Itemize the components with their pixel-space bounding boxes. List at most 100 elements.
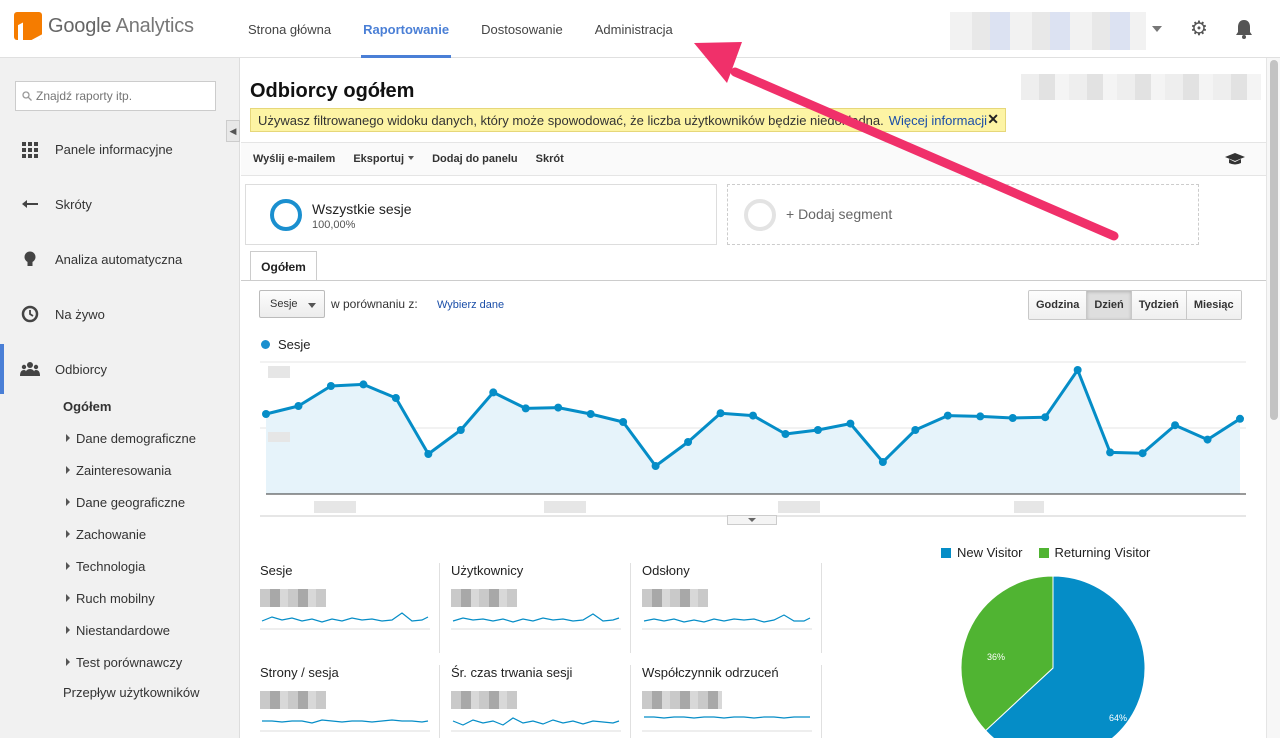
data-point[interactable] (294, 402, 303, 410)
sidebar-item-intelligence[interactable]: Analiza automatyczna (0, 234, 240, 284)
date-range-picker[interactable] (1021, 74, 1261, 100)
data-point[interactable] (1008, 414, 1017, 422)
close-icon[interactable]: ✕ (987, 111, 999, 128)
data-point[interactable] (1236, 414, 1244, 423)
sidebar-subitem-users-flow[interactable]: Przepływ użytkowników (63, 685, 200, 700)
shortcut-button[interactable]: Skrót (536, 153, 564, 165)
metric-card-pages-per-session[interactable]: Strony / sesja (260, 665, 440, 738)
data-point[interactable] (1203, 435, 1212, 444)
scrollbar-thumb[interactable] (1270, 60, 1278, 420)
sidebar-subitem-overview[interactable]: Ogółem (63, 399, 111, 414)
data-point[interactable] (976, 412, 985, 421)
data-point[interactable] (619, 418, 628, 426)
add-segment-box[interactable]: + Dodaj segment (727, 184, 1199, 245)
sidebar-subitem-mobile[interactable]: Ruch mobilny (66, 591, 155, 606)
sidebar-subitem-demographics[interactable]: Dane demograficzne (66, 431, 196, 446)
tab-overview[interactable]: Ogółem (250, 251, 317, 281)
gear-icon[interactable]: ⚙ (1188, 18, 1210, 40)
search-box[interactable] (15, 81, 216, 111)
metric-card-bounce-rate[interactable]: Współczynnik odrzuceń (642, 665, 822, 738)
period-month-button[interactable]: Miesiąc (1186, 291, 1241, 319)
data-point[interactable] (1171, 421, 1180, 430)
collapse-sidebar-button[interactable]: ◀ (226, 120, 240, 142)
select-metric-link[interactable]: Wybierz dane (437, 299, 504, 311)
data-point[interactable] (586, 410, 595, 418)
shortcut-arrow-icon (22, 200, 38, 208)
data-point[interactable] (846, 419, 855, 428)
data-point[interactable] (521, 404, 530, 413)
data-point[interactable] (391, 394, 400, 402)
google-analytics-logo[interactable]: Google Analytics (14, 12, 194, 40)
data-point[interactable] (359, 380, 368, 389)
sidebar-subitem-benchmarking[interactable]: Test porównawczy (66, 655, 182, 670)
metric-select[interactable]: Sesje (259, 290, 325, 318)
email-button[interactable]: Wyślij e-mailem (253, 153, 335, 165)
sidebar-item-realtime[interactable]: Na żywo (0, 289, 240, 339)
tick-label-blurred (778, 501, 820, 513)
metric-title: Śr. czas trwania sesji (451, 665, 573, 680)
metric-card-users[interactable]: Użytkownicy (451, 563, 631, 653)
sparkline (260, 719, 430, 732)
sidebar-subitem-interests[interactable]: Zainteresowania (66, 463, 171, 478)
data-point[interactable] (1041, 413, 1050, 422)
data-point[interactable] (456, 426, 465, 434)
account-selector[interactable] (950, 12, 1146, 50)
data-point[interactable] (878, 458, 887, 466)
pie-legend: New Visitor Returning Visitor (941, 545, 1150, 560)
more-info-link[interactable]: Więcej informacji (889, 113, 987, 128)
period-hour-button[interactable]: Godzina (1029, 291, 1088, 319)
data-point[interactable] (489, 388, 498, 397)
data-point[interactable] (326, 382, 335, 390)
visitor-pie-chart[interactable]: 36% 64% (961, 576, 1147, 738)
page-scrollbar[interactable] (1266, 58, 1280, 738)
search-input[interactable] (36, 89, 206, 103)
export-button[interactable]: Eksportuj (353, 153, 415, 165)
data-point[interactable] (813, 426, 822, 434)
page-title: Odbiorcy ogółem (250, 80, 415, 102)
tab-customization[interactable]: Dostosowanie (465, 0, 579, 58)
bell-icon[interactable] (1233, 18, 1255, 40)
chevron-down-icon (308, 303, 316, 308)
sidebar-item-dashboards[interactable]: Panele informacyjne (0, 124, 240, 174)
sidebar-item-shortcuts[interactable]: Skróty (0, 179, 240, 229)
data-point[interactable] (749, 411, 757, 420)
sidebar-item-audience[interactable]: Odbiorcy (0, 344, 240, 394)
tab-admin[interactable]: Administracja (579, 0, 689, 58)
data-point[interactable] (1138, 449, 1147, 458)
sidebar-subitem-behavior[interactable]: Zachowanie (66, 527, 146, 542)
graduation-cap-icon[interactable] (1224, 152, 1246, 166)
metric-title: Odsłony (642, 563, 690, 578)
period-day-button[interactable]: Dzień (1087, 291, 1132, 319)
tab-home[interactable]: Strona główna (232, 0, 347, 58)
sessions-line-chart[interactable] (260, 358, 1246, 526)
metric-card-pageviews[interactable]: Odsłony (642, 563, 822, 653)
legend-new-visitor: New Visitor (941, 545, 1023, 560)
data-point[interactable] (943, 411, 952, 420)
data-point[interactable] (1073, 366, 1082, 374)
data-point[interactable] (781, 430, 790, 438)
add-to-dashboard-button[interactable]: Dodaj do panelu (432, 153, 518, 165)
tab-reporting[interactable]: Raportowanie (347, 0, 465, 58)
data-point[interactable] (911, 426, 920, 434)
data-point[interactable] (424, 450, 433, 458)
chart-expand-handle[interactable] (727, 515, 777, 525)
data-point[interactable] (716, 409, 725, 418)
clock-icon (21, 305, 39, 323)
sparkline (260, 612, 430, 630)
warning-text: Używasz filtrowanego widoku danych, któr… (258, 112, 884, 128)
sidebar-subitem-geo[interactable]: Dane geograficzne (66, 495, 185, 510)
chevron-down-icon[interactable] (1152, 26, 1162, 32)
sidebar-subitem-technology[interactable]: Technologia (66, 559, 145, 574)
segment-all-sessions[interactable]: Wszystkie sesje 100,00% (245, 184, 717, 245)
metric-card-sessions[interactable]: Sesje (260, 563, 440, 653)
period-week-button[interactable]: Tydzień (1131, 291, 1187, 319)
data-point[interactable] (651, 462, 660, 470)
metric-value-blurred (260, 691, 326, 709)
data-point[interactable] (1106, 448, 1115, 457)
tick-label-blurred (544, 501, 586, 513)
data-point[interactable] (684, 438, 693, 446)
metric-card-avg-session-duration[interactable]: Śr. czas trwania sesji (451, 665, 631, 738)
sidebar-subitem-custom[interactable]: Niestandardowe (66, 623, 170, 638)
data-point[interactable] (554, 403, 563, 412)
data-point[interactable] (262, 410, 270, 418)
